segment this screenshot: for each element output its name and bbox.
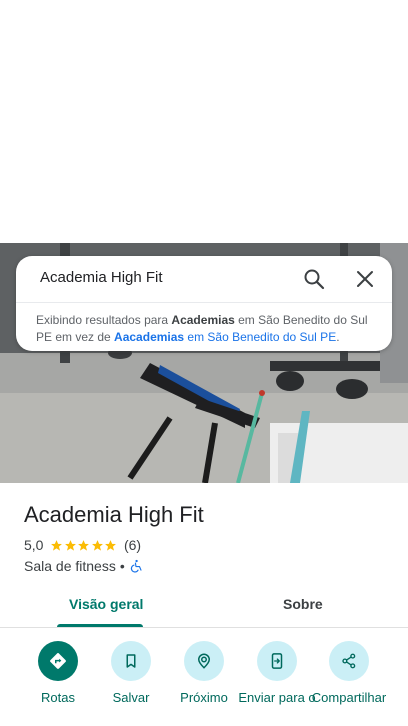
card-divider (16, 302, 392, 303)
tab-overview[interactable]: Visão geral (69, 596, 143, 612)
action-bar: Rotas Salvar Próximo Enviar para o Compa… (0, 641, 408, 726)
share-icon (342, 653, 356, 669)
alt-search-link-location[interactable]: em São Benedito do Sul PE (184, 330, 336, 344)
place-category: Sala de fitness (24, 558, 116, 574)
search-query[interactable]: Academia High Fit (40, 269, 163, 286)
send-to-phone-circle (257, 641, 297, 681)
review-count[interactable]: (6) (124, 537, 141, 553)
search-bar[interactable]: Academia High Fit (16, 256, 392, 302)
save-label: Salvar (112, 690, 150, 705)
note-term: Academias (171, 313, 235, 327)
search-correction-note: Exibindo resultados para Academias em Sã… (36, 312, 376, 346)
place-tabs: Visão geral Sobre (0, 590, 408, 628)
search-card: Academia High Fit Exibindo resultados pa… (16, 256, 392, 351)
map-area (0, 0, 408, 243)
star-icon (105, 539, 117, 551)
note-prefix: Exibindo resultados para (36, 313, 172, 327)
star-icon (51, 539, 63, 551)
save-button[interactable]: Salvar (91, 641, 171, 705)
share-circle (329, 641, 369, 681)
directions-icon (50, 653, 66, 669)
share-button[interactable]: Compartilhar (309, 641, 389, 705)
star-icon (92, 539, 103, 551)
place-title: Academia High Fit (24, 502, 204, 527)
search-icon[interactable] (303, 268, 325, 290)
category-separator: • (119, 558, 125, 574)
wheelchair-accessible-icon (130, 559, 142, 573)
rating-row[interactable]: 5,0 (6) (24, 536, 141, 554)
active-tab-indicator (57, 624, 143, 627)
category-row: Sala de fitness • (24, 557, 143, 575)
send-to-phone-icon (271, 653, 283, 669)
close-icon[interactable] (354, 268, 376, 290)
bookmark-icon (126, 654, 136, 668)
star-icon (78, 539, 90, 551)
directions-circle (38, 641, 78, 681)
save-circle (111, 641, 151, 681)
note-end: . (336, 330, 340, 344)
directions-button[interactable]: Rotas (18, 641, 98, 705)
rating-stars (50, 539, 118, 552)
nearby-label: Próximo (180, 690, 228, 705)
nearby-circle (184, 641, 224, 681)
nearby-icon (197, 653, 211, 669)
note-mid: em vez de (52, 330, 115, 344)
send-to-phone-label: Enviar para o (238, 690, 316, 705)
alt-search-link-term[interactable]: Aacademias (114, 330, 184, 344)
directions-label: Rotas (41, 690, 75, 705)
star-icon (65, 539, 76, 551)
rating-value: 5,0 (24, 537, 44, 553)
send-to-phone-button[interactable]: Enviar para o (237, 641, 317, 705)
nearby-button[interactable]: Próximo (164, 641, 244, 705)
tab-about[interactable]: Sobre (283, 596, 323, 612)
share-label: Compartilhar (311, 690, 387, 705)
